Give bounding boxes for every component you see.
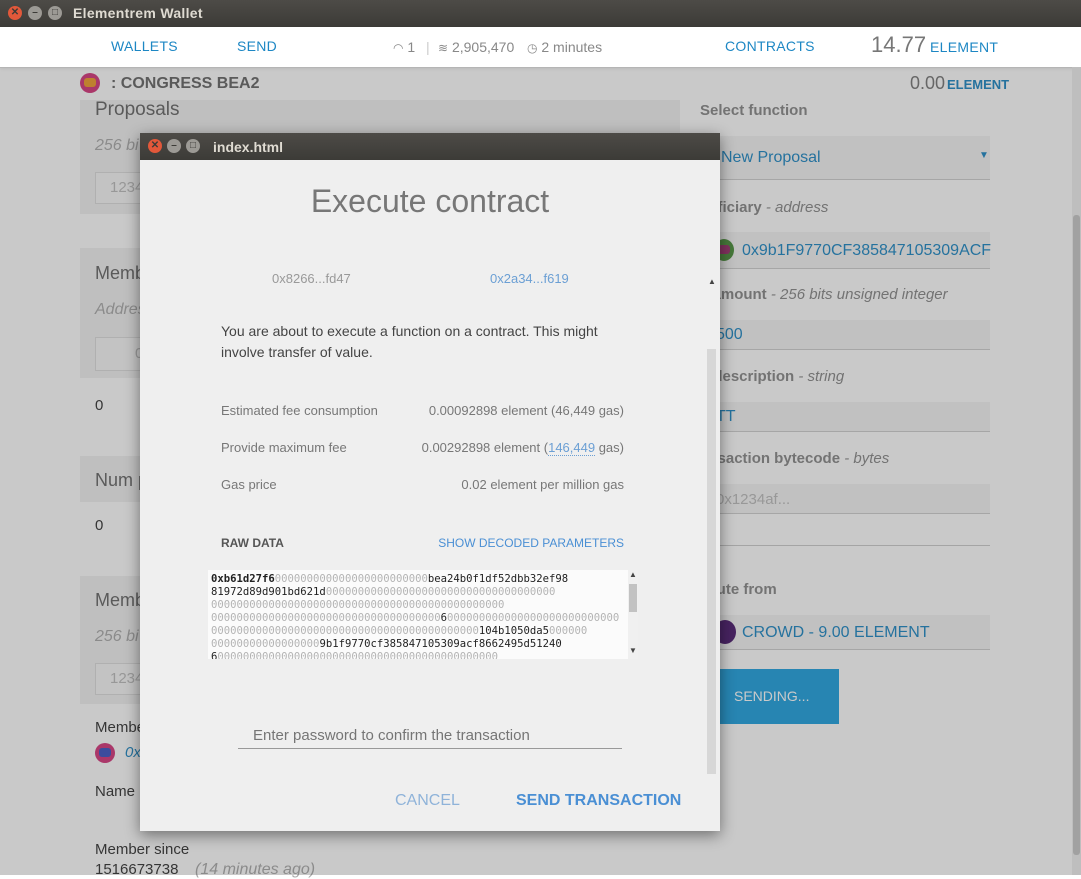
close-icon[interactable]: ✕ (8, 6, 22, 20)
block-status: ≋ 2,905,470 (438, 39, 514, 55)
max-fee-gas-input[interactable]: 146,449 (548, 440, 596, 456)
cancel-button[interactable]: CANCEL (395, 792, 460, 810)
modal-scrollbar-thumb[interactable] (707, 349, 716, 774)
password-input[interactable] (238, 723, 622, 749)
raw-data-text: 0xb61d27f6000000000000000000000000bea24b… (211, 573, 620, 659)
from-address: 0x8266...fd47 (272, 271, 351, 286)
fee-value: 0.00092898 element (46,449 gas) (428, 403, 624, 418)
modal-scroll-up-icon[interactable]: ▲ (708, 277, 716, 286)
fee-label: Estimated fee consumption (221, 403, 378, 418)
maximize-icon[interactable]: □ (48, 6, 62, 20)
nav-contracts[interactable]: CONTRACTS (725, 38, 815, 54)
window-titlebar: ✕ – □ Elementrem Wallet (0, 0, 1081, 27)
nav-wallets[interactable]: WALLETS (111, 38, 178, 54)
peers-status: ◠ 1 (393, 39, 415, 55)
minimize-icon[interactable]: – (28, 6, 42, 20)
last-block-time: 2 minutes (541, 39, 603, 55)
modal-heading: Execute contract (310, 183, 550, 219)
execute-contract-modal: ✕ – □ index.html Execute contract 0x8266… (140, 133, 720, 831)
modal-window-title: index.html (213, 139, 284, 155)
status-divider: | (426, 39, 430, 55)
top-nav: WALLETS SEND ◠ 1 | ≋ 2,905,470 ◷ 2 minut… (0, 27, 1081, 68)
max-fee-value: 0.00292898 element (146,449 gas) (421, 440, 624, 456)
window-title: Elementrem Wallet (73, 5, 203, 21)
raw-data-label: RAW DATA (221, 536, 284, 550)
to-address[interactable]: 0x2a34...f619 (490, 271, 569, 286)
modal-close-icon[interactable]: ✕ (148, 139, 162, 153)
modal-minimize-icon[interactable]: – (167, 139, 181, 153)
send-transaction-button[interactable]: SEND TRANSACTION (516, 792, 681, 810)
show-decoded-button[interactable]: SHOW DECODED PARAMETERS (438, 536, 624, 550)
modal-titlebar: ✕ – □ index.html (140, 133, 720, 160)
warning-text: You are about to execute a function on a… (221, 323, 598, 360)
total-balance: 14.77 (871, 32, 927, 57)
block-number: 2,905,470 (451, 39, 515, 55)
raw-scroll-up-icon[interactable]: ▲ (629, 570, 637, 579)
peer-count: 1 (407, 39, 416, 55)
nav-send[interactable]: SEND (237, 38, 277, 54)
raw-scrollbar-thumb[interactable] (629, 584, 637, 612)
gas-price-value: 0.02 element per million gas (461, 477, 624, 492)
gas-price-label: Gas price (221, 477, 277, 492)
raw-data-scrollbar[interactable]: ▲ ▼ (628, 570, 638, 659)
modal-maximize-icon[interactable]: □ (186, 139, 200, 153)
clock-icon: ◷ (527, 41, 538, 55)
signal-icon: ◠ (393, 41, 404, 55)
raw-data-box[interactable]: 0xb61d27f6000000000000000000000000bea24b… (208, 570, 638, 659)
time-status: ◷ 2 minutes (527, 39, 602, 55)
layers-icon: ≋ (438, 41, 449, 55)
raw-scroll-down-icon[interactable]: ▼ (629, 646, 637, 655)
balance-unit: ELEMENT (930, 39, 999, 55)
max-fee-label: Provide maximum fee (221, 440, 347, 455)
